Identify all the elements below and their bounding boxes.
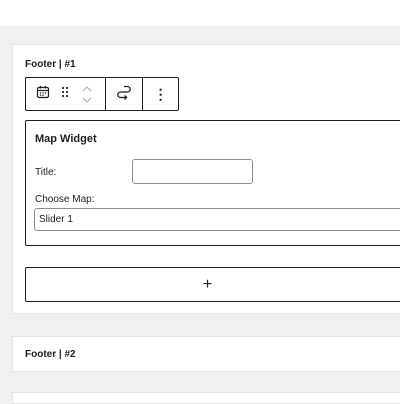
chevron-up-icon [82, 85, 92, 91]
move-up-button[interactable] [82, 83, 92, 94]
choose-map-select[interactable]: Slider 1 [34, 208, 400, 231]
transform-button[interactable] [117, 78, 132, 110]
toolbar-group-block [26, 78, 105, 110]
move-down-button[interactable] [82, 94, 92, 105]
panel-title: Footer | #1 [25, 59, 76, 70]
block-toolbar: ⋮ [25, 77, 179, 111]
selected-map-value: Slider 1 [39, 214, 73, 225]
add-block-button[interactable]: + [25, 267, 400, 302]
toolbar-group-options: ⋮ [142, 78, 178, 110]
widget-heading: Map Widget [35, 133, 97, 145]
block-type-button[interactable] [26, 78, 56, 110]
map-widget: Map Widget Title: Choose Map: Slider 1 [25, 120, 400, 246]
drag-handle-button[interactable] [56, 78, 74, 110]
vertical-ellipsis-icon: ⋮ [153, 85, 168, 102]
transform-loop-icon [117, 84, 132, 105]
block-mover [74, 78, 100, 110]
drag-handle-icon [61, 85, 69, 103]
toolbar-group-transform [105, 78, 142, 110]
plus-icon: + [202, 275, 213, 293]
footer-panel-1: Footer | #1 ⋮ Map Widget Title: Choose M… [12, 44, 400, 314]
chevron-down-icon [82, 97, 92, 103]
footer-panel-2: Footer | #2 [12, 336, 400, 372]
title-input[interactable] [132, 159, 253, 184]
more-options-button[interactable]: ⋮ [154, 78, 168, 110]
calendar-icon [36, 85, 50, 104]
title-label: Title: [35, 167, 57, 178]
top-bar [0, 0, 400, 26]
footer-panel-3 [12, 392, 400, 404]
panel-title: Footer | #2 [25, 349, 76, 360]
choose-map-label: Choose Map: [35, 194, 95, 205]
